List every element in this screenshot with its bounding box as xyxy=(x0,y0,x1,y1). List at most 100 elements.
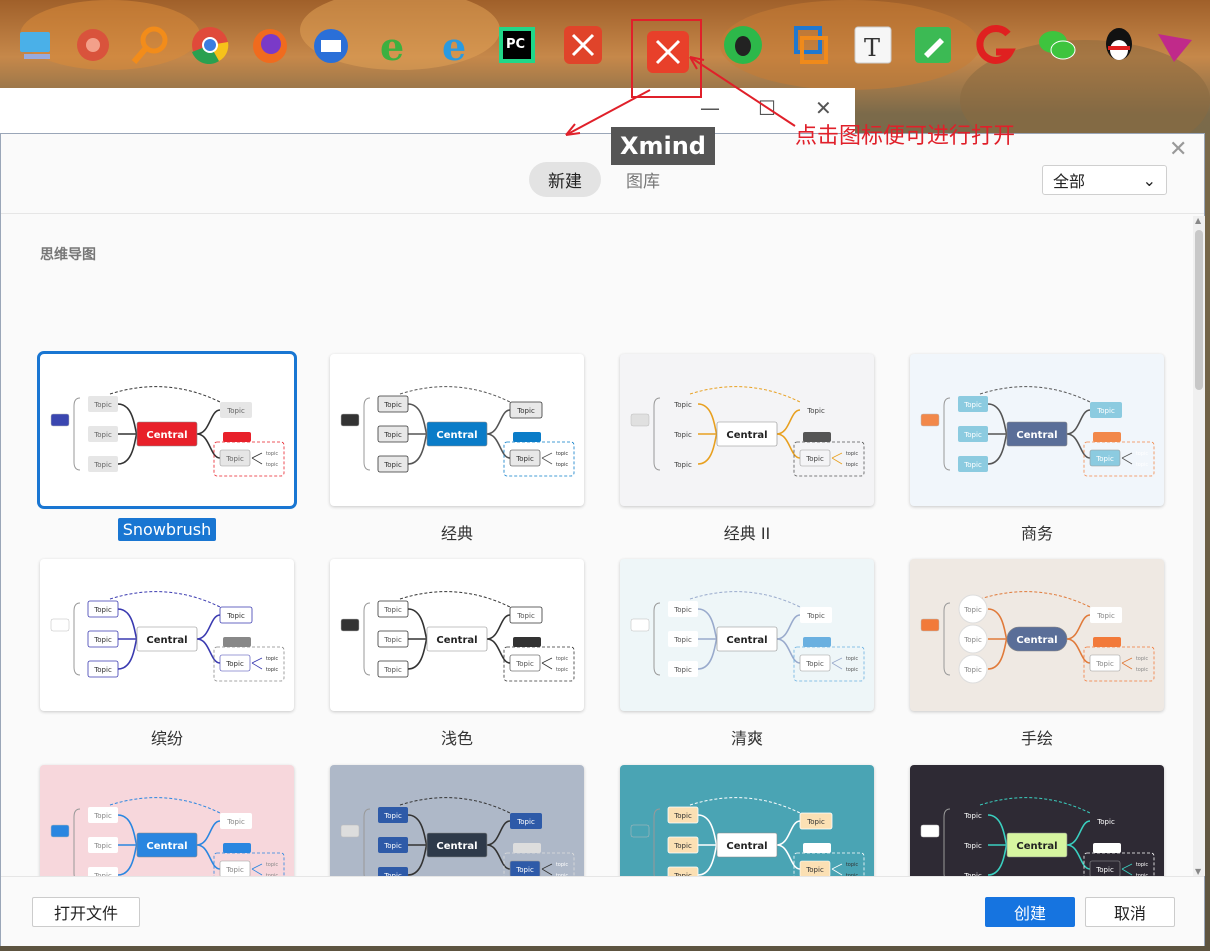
template-name-text: 经典 xyxy=(440,524,473,543)
template-card[interactable]: Central Topic Topic Topic Topic Topic topic top… xyxy=(910,354,1164,506)
xmind-icon[interactable] xyxy=(558,20,608,70)
svg-text:Topic: Topic xyxy=(383,606,402,614)
svg-text:Topic: Topic xyxy=(225,866,244,874)
template-card[interactable]: Central Topic Topic Topic Topic Topic topic top… xyxy=(620,354,874,506)
template-card[interactable]: Central Topic Topic Topic Topic Topic topic top… xyxy=(330,765,584,876)
firefox-icon[interactable] xyxy=(245,20,295,70)
svg-text:Topic: Topic xyxy=(673,461,692,469)
computer-icon[interactable] xyxy=(12,20,62,70)
close-icon[interactable]: ✕ xyxy=(1169,137,1187,162)
svg-text:Topic: Topic xyxy=(226,612,245,620)
template-card[interactable]: Central Topic Topic Topic Topic Topic topic top… xyxy=(620,765,874,876)
tab-gallery[interactable]: 图库 xyxy=(607,162,679,197)
svg-text:Topic: Topic xyxy=(225,455,244,463)
svg-text:Topic: Topic xyxy=(93,461,112,469)
template-name: Snowbrush xyxy=(40,518,294,541)
svg-text:Topic: Topic xyxy=(963,666,982,674)
template-name-text: Snowbrush xyxy=(117,518,217,541)
svg-text:Topic: Topic xyxy=(383,431,402,439)
svg-text:Topic: Topic xyxy=(963,431,982,439)
svg-text:topic: topic xyxy=(846,667,859,673)
template-thumbnail: CentralTopicTopicTopicTopicTopictopictop… xyxy=(340,386,575,477)
template-name: 经典 xyxy=(330,520,584,544)
template-name-text: 浅色 xyxy=(440,729,473,748)
template-name: 手绘 xyxy=(910,725,1164,749)
svg-text:Topic: Topic xyxy=(963,636,982,644)
template-card[interactable]: Central Topic Topic Topic Topic Topic topic top… xyxy=(40,765,294,876)
svg-text:topic: topic xyxy=(266,656,279,662)
template-card[interactable]: Central Topic Topic Topic Topic Topic topic top… xyxy=(330,559,584,711)
netease-music-icon[interactable] xyxy=(68,20,118,70)
svg-text:Topic: Topic xyxy=(383,666,402,674)
send-icon[interactable] xyxy=(1150,20,1200,70)
template-thumbnail: CentralTopicTopicTopicTopicTopictopictop… xyxy=(920,386,1155,477)
template-name-text: 手绘 xyxy=(1020,729,1053,748)
svg-text:Topic: Topic xyxy=(1095,660,1114,668)
svg-text:topic: topic xyxy=(846,451,859,457)
open-file-button[interactable]: 打开文件 xyxy=(32,897,140,927)
svg-text:topic: topic xyxy=(846,862,859,868)
new-file-dialog: 新建 图库 全部 ⌄ ✕ 思维导图 Central Topic Topic Topic… xyxy=(0,133,1205,946)
svg-text:topic: topic xyxy=(556,667,569,673)
template-name-text: 缤纷 xyxy=(150,729,183,748)
typora-icon[interactable]: T xyxy=(848,20,898,70)
cancel-button[interactable]: 取消 xyxy=(1085,897,1175,927)
svg-text:topic: topic xyxy=(1136,462,1149,468)
svg-text:Topic: Topic xyxy=(1096,612,1115,620)
dialog-footer: 打开文件 创建 取消 xyxy=(1,876,1204,946)
template-card[interactable]: Central Topic Topic Topic Topic Topic topic top… xyxy=(37,351,297,509)
svg-text:Topic: Topic xyxy=(673,401,692,409)
close-icon[interactable]: ✕ xyxy=(815,96,832,120)
taskbar: e e PC T xyxy=(0,0,1210,98)
svg-text:e: e xyxy=(442,24,466,68)
template-card[interactable]: Central Topic Topic Topic Topic Topic topic top… xyxy=(40,559,294,711)
editor-icon[interactable] xyxy=(908,20,958,70)
svg-text:Central: Central xyxy=(726,430,767,441)
tab-new[interactable]: 新建 xyxy=(529,162,601,197)
svg-text:T: T xyxy=(864,34,880,62)
template-thumbnail: CentralTopicTopicTopicTopicTopictopictop… xyxy=(920,591,1155,684)
chevron-down-icon: ⌄ xyxy=(1142,170,1156,190)
thunderbird-icon[interactable] xyxy=(306,20,356,70)
svg-text:Topic: Topic xyxy=(93,666,112,674)
svg-text:Central: Central xyxy=(146,430,187,441)
maximize-icon[interactable]: ☐ xyxy=(758,96,776,120)
scrollbar[interactable]: ▲ ▼ xyxy=(1193,216,1205,876)
template-card[interactable]: Central Topic Topic Topic Topic Topic topic top… xyxy=(620,559,874,711)
ie-green-icon[interactable]: e xyxy=(370,20,420,70)
template-card[interactable]: Central Topic Topic Topic Topic Topic topic top… xyxy=(910,559,1164,711)
svg-text:Topic: Topic xyxy=(806,818,825,826)
scroll-down-icon[interactable]: ▼ xyxy=(1195,867,1201,876)
template-thumbnail: CentralTopicTopicTopicTopicTopictopictop… xyxy=(50,386,285,477)
scroll-thumb[interactable] xyxy=(1195,230,1203,390)
annotation-text: 点击图标便可进行打开 xyxy=(795,124,1016,149)
svg-text:Topic: Topic xyxy=(673,666,692,674)
svg-text:Topic: Topic xyxy=(515,866,534,874)
create-button[interactable]: 创建 xyxy=(985,897,1075,927)
virtualbox-icon[interactable] xyxy=(786,20,836,70)
svg-text:Central: Central xyxy=(1016,430,1057,441)
svg-text:Topic: Topic xyxy=(1095,866,1114,874)
template-thumbnail: CentralTopicTopicTopicTopicTopictopictop… xyxy=(920,797,1155,876)
svg-text:Topic: Topic xyxy=(516,612,535,620)
template-thumbnail: CentralTopicTopicTopicTopicTopictopictop… xyxy=(340,591,575,682)
minimize-icon[interactable]: — xyxy=(700,96,720,120)
template-name: 清爽 xyxy=(620,725,874,749)
scroll-up-icon[interactable]: ▲ xyxy=(1195,216,1201,225)
qq-icon[interactable] xyxy=(1094,20,1144,70)
svg-text:topic: topic xyxy=(266,667,279,673)
category-select[interactable]: 全部 ⌄ xyxy=(1042,165,1167,195)
netease-g-icon[interactable] xyxy=(970,20,1020,70)
svg-text:Central: Central xyxy=(1016,635,1057,646)
ie-icon[interactable]: e xyxy=(432,20,482,70)
chrome-icon[interactable] xyxy=(185,20,235,70)
svg-text:topic: topic xyxy=(1136,451,1149,457)
magnifier-icon[interactable] xyxy=(126,20,176,70)
wechat-icon[interactable] xyxy=(1032,20,1082,70)
pycharm-icon[interactable]: PC xyxy=(492,20,542,70)
template-name-text: 商务 xyxy=(1020,524,1053,543)
template-card[interactable]: Central Topic Topic Topic Topic Topic topic top… xyxy=(330,354,584,506)
svg-text:Topic: Topic xyxy=(963,461,982,469)
template-card[interactable]: Central Topic Topic Topic Topic Topic topic top… xyxy=(910,765,1164,876)
evernote-icon[interactable] xyxy=(718,20,768,70)
